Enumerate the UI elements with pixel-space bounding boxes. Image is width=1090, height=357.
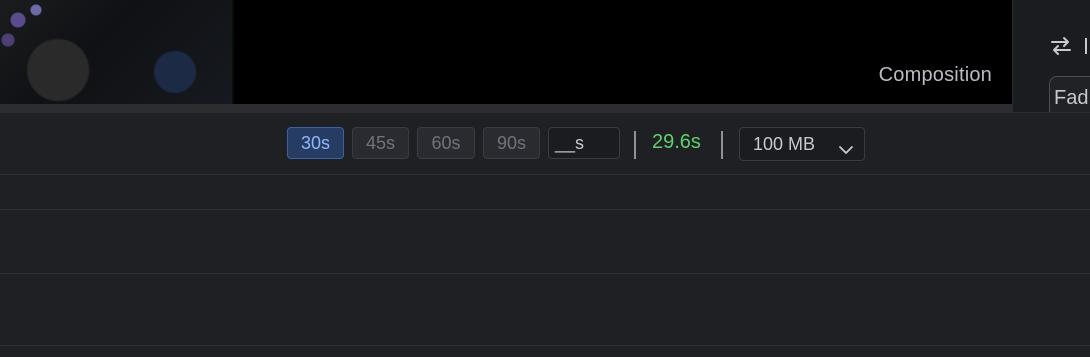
side-panel: Fad [1012,0,1090,118]
duration-30s-button[interactable]: 30s [287,127,344,159]
video-preview: Composition [0,0,1012,104]
duration-45s-button[interactable]: 45s [352,127,409,159]
toolbar-divider [634,131,636,159]
duration-60s-button[interactable]: 60s [417,127,475,159]
swap-arrows-icon[interactable] [1049,35,1073,57]
current-duration: 29.6s [652,131,701,153]
size-limit-select[interactable]: 100 MB [739,127,865,161]
preview-thumbnail [0,0,232,104]
side-panel-card-text: Fad [1054,87,1089,109]
timeline-row [0,345,1090,357]
timeline-row [0,209,1090,274]
chevron-down-icon [838,136,854,154]
duration-90s-button[interactable]: 90s [483,127,540,159]
timeline-row [0,273,1090,346]
composition-label: Composition [878,64,992,86]
side-panel-edge-mark [1085,38,1087,54]
thumbnail-edge [232,0,234,104]
timeline-row [0,174,1090,210]
toolbar-divider [721,131,723,159]
recording-toolbar: 30s 45s 60s 90s __s 29.6s 100 MB [0,112,1090,175]
preview-separator [0,104,1012,112]
custom-duration-input[interactable]: __s [548,127,620,159]
size-limit-value: 100 MB [753,134,816,154]
